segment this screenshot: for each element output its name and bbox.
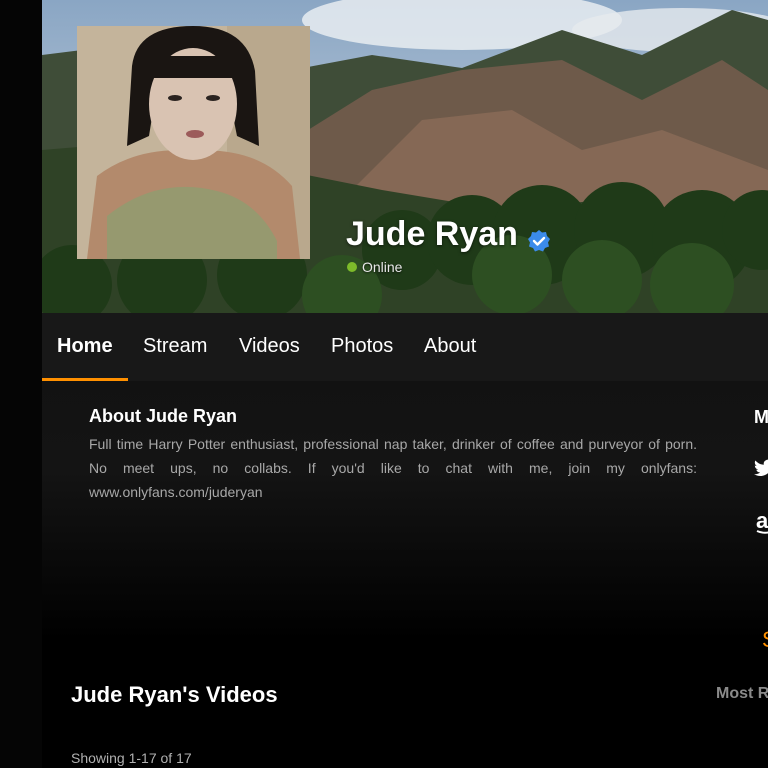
profile-name-text: Jude Ryan [346,215,518,253]
sort-selector[interactable]: Most R [716,685,768,703]
tab-videos[interactable]: Videos [239,335,300,358]
videos-section-title: Jude Ryan's Videos [71,682,278,707]
profile-name: Jude Ryan [346,215,551,254]
online-dot-icon [347,262,357,272]
profile-avatar[interactable] [77,26,310,259]
browser-left-edge [0,0,42,768]
subscribe-partial[interactable]: S [762,627,768,653]
tab-about[interactable]: About [424,335,476,358]
tab-home[interactable]: Home [57,335,113,358]
social-heading-partial: M [754,407,768,427]
verified-badge-icon [527,223,551,251]
amazon-icon[interactable]: a [756,508,768,540]
tab-photos[interactable]: Photos [331,335,393,358]
svg-text:a: a [756,510,768,533]
twitter-icon[interactable] [754,459,768,482]
profile-page: Jude Ryan Online Home Stream Videos Phot… [42,0,768,768]
online-status-label: Online [362,259,403,275]
online-status: Online [347,259,402,275]
tab-stream[interactable]: Stream [143,335,207,358]
results-count: Showing 1-17 of 17 [71,750,192,766]
about-title: About Jude Ryan [89,406,238,426]
about-body: Full time Harry Potter enthusiast, profe… [89,436,697,500]
profile-nav: Home Stream Videos Photos About [42,313,768,381]
active-tab-indicator [42,378,128,381]
